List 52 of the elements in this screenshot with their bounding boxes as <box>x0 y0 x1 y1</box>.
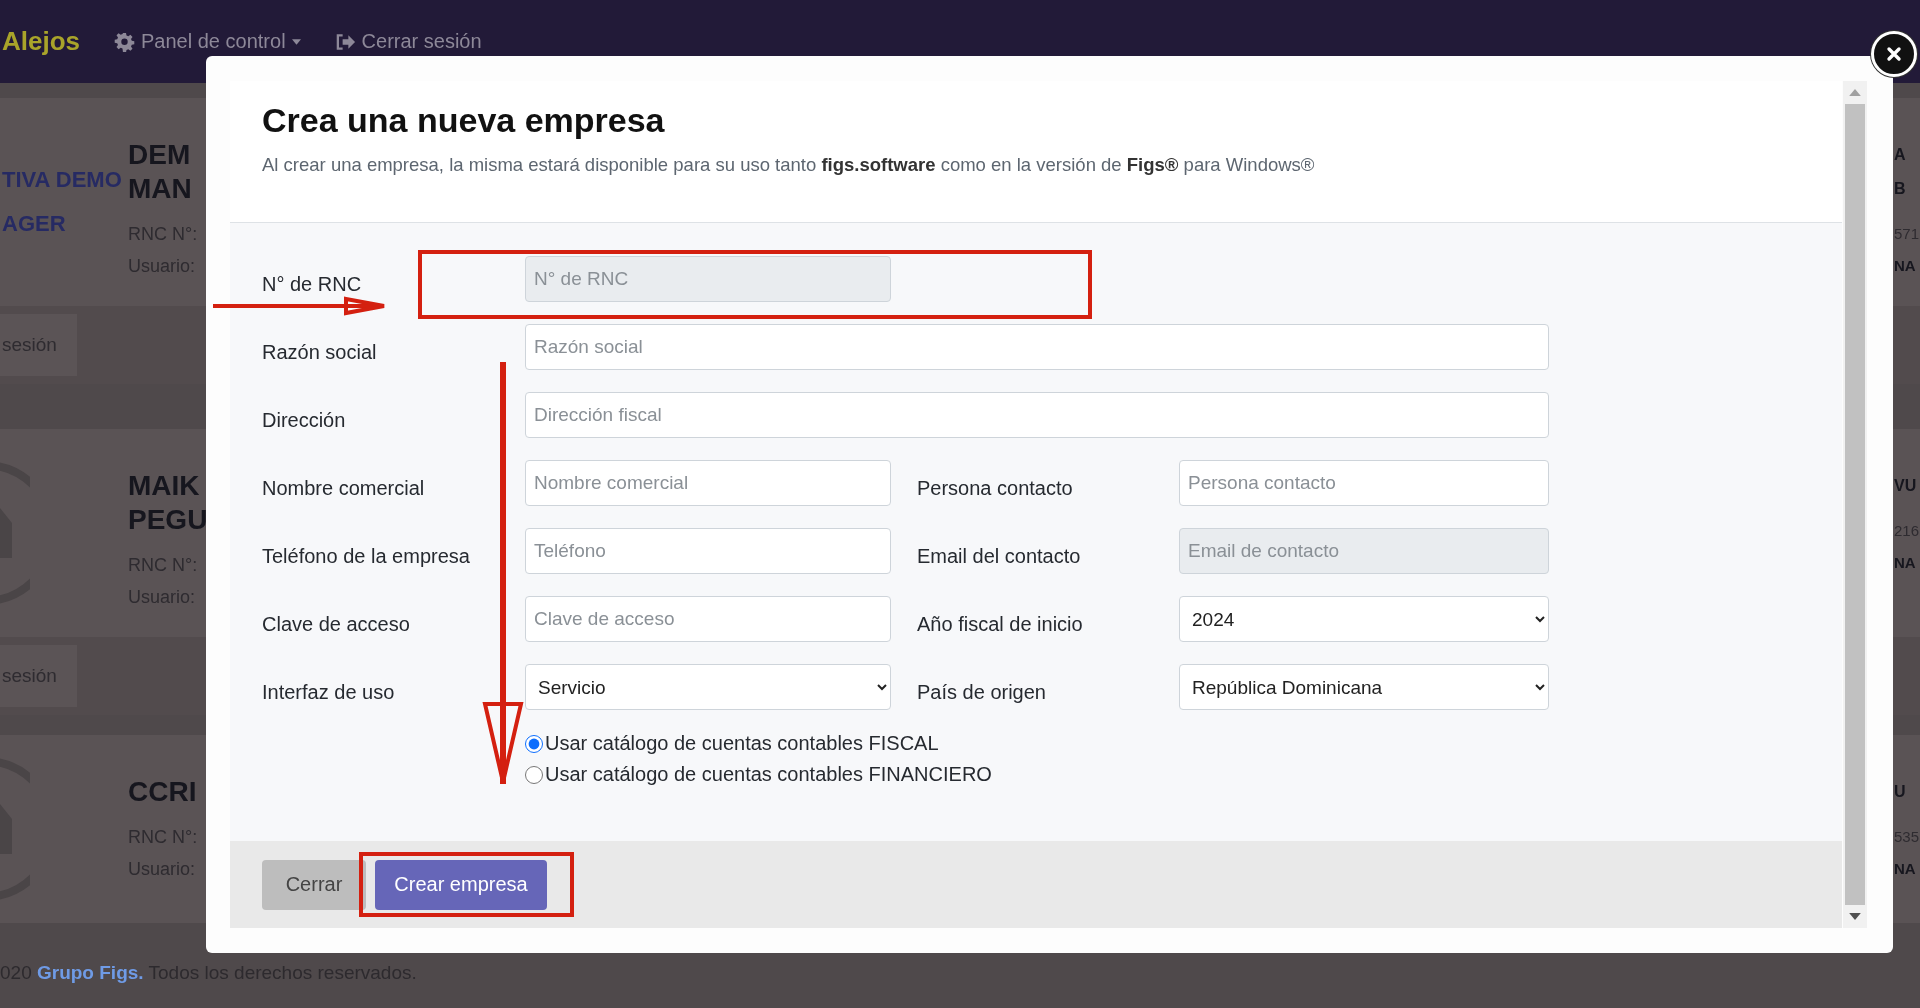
company-name: B <box>1894 179 1906 199</box>
footer-link[interactable]: Grupo Figs. <box>37 962 144 983</box>
field-label: País de origen <box>917 680 1046 704</box>
scroll-up-icon[interactable] <box>1849 89 1861 96</box>
field-label: Dirección <box>262 408 346 432</box>
gear-icon <box>114 31 136 52</box>
dropdown[interactable]: República Dominicana <box>1179 664 1549 710</box>
company-name: MAN <box>128 172 192 206</box>
caret-icon <box>291 38 301 45</box>
radio-button[interactable] <box>525 765 543 784</box>
field-label: Interfaz de uso <box>262 680 395 704</box>
input-field[interactable]: Persona contacto <box>1179 460 1549 506</box>
scroll-down-icon[interactable] <box>1849 913 1861 920</box>
scrollbar-thumb[interactable] <box>1845 104 1865 905</box>
sign-out-icon <box>334 31 356 52</box>
field-label: Nombre comercial <box>262 476 425 500</box>
input-field[interactable]: Dirección fiscal <box>525 392 1549 438</box>
field-label: Año fiscal de inicio <box>917 612 1083 636</box>
company-name: CCRI <box>128 775 197 809</box>
dropdown[interactable]: Servicio <box>525 664 891 710</box>
company-name: U <box>1894 782 1906 802</box>
field-label: Teléfono de la empresa <box>262 544 470 568</box>
company-name: MAIK <box>128 469 201 503</box>
radio-label[interactable]: Usar catálogo de cuentas contables FISCAL <box>545 732 939 755</box>
company-name: PEGU <box>128 503 208 537</box>
create-button[interactable]: Crear empresa <box>375 859 547 910</box>
user-value: NA <box>1894 256 1916 276</box>
company-name: A <box>1894 145 1906 165</box>
dropdown[interactable]: 2024 <box>1179 596 1549 642</box>
input-field[interactable]: Nombre comercial <box>525 460 891 506</box>
company-name: VU <box>1894 476 1917 496</box>
radio-button[interactable] <box>525 734 543 753</box>
input-field[interactable]: Razón social <box>525 324 1549 370</box>
field-label: N° de RNC <box>262 272 362 296</box>
radio-label[interactable]: Usar catálogo de cuentas contables FINANCIERO <box>545 763 992 786</box>
field-label: Email del contacto <box>917 544 1081 568</box>
close-dialog-button[interactable]: Cerrar <box>262 859 366 910</box>
input-field[interactable]: Clave de acceso <box>525 596 891 642</box>
field-label: Clave de acceso <box>262 612 410 636</box>
close-icon <box>1884 44 1904 64</box>
user-value: NA <box>1894 553 1916 573</box>
scrollbar[interactable] <box>1843 81 1867 928</box>
nav-link[interactable]: Cerrar sesión <box>334 30 482 53</box>
field-label: Razón social <box>262 340 377 364</box>
brand-name[interactable]: Alejos <box>2 26 81 57</box>
modal-title: Crea una nueva empresa <box>262 101 666 140</box>
input-field[interactable]: Teléfono <box>525 528 891 574</box>
company-name: DEM <box>128 138 192 172</box>
nav-link[interactable]: Panel de control <box>114 30 301 53</box>
field-label: Persona contacto <box>917 476 1073 500</box>
user-value: NA <box>1894 859 1916 879</box>
modal-subtitle: Al crear una empresa, la misma estará disponible para su uso tanto figs.software como en la versión de Figs® para Windows® <box>262 154 1316 176</box>
